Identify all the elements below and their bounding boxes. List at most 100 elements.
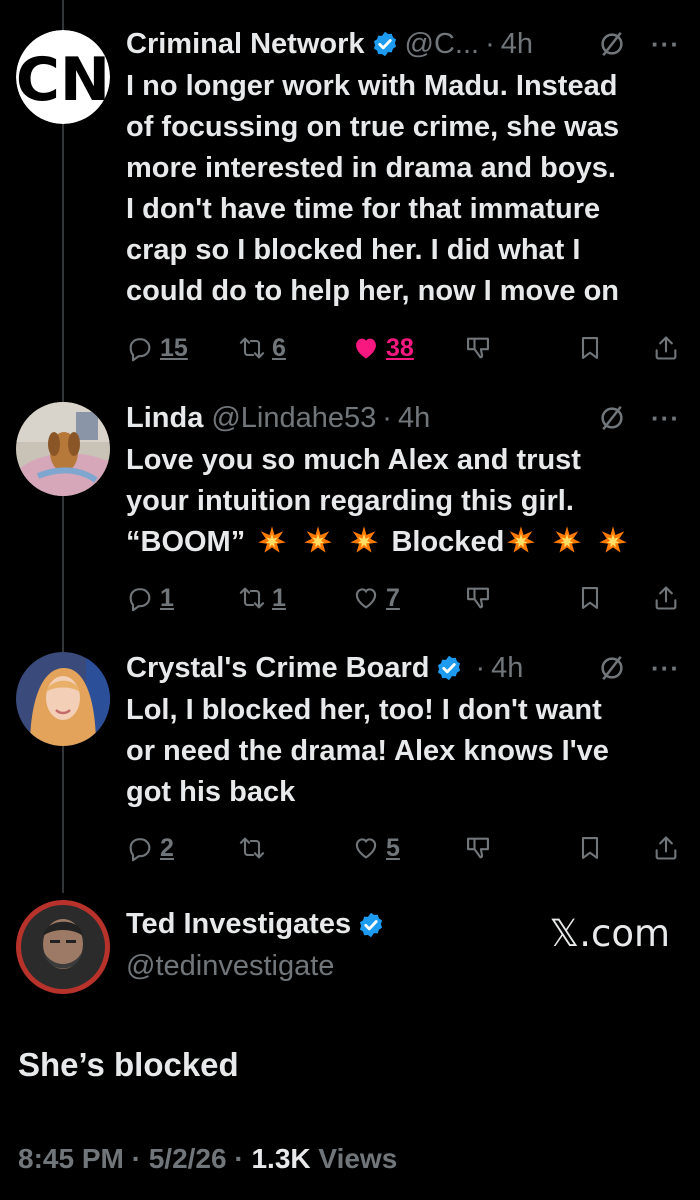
tweet-date[interactable]: 5/2/26	[149, 1143, 227, 1174]
analytics-button[interactable]	[464, 828, 492, 868]
separator-dot: ·	[475, 651, 486, 684]
bookmark-button[interactable]	[576, 578, 604, 618]
explosion-emoji	[258, 526, 287, 553]
reply-count: 2	[160, 833, 174, 862]
repost-count: 1	[272, 583, 286, 612]
repost-count: 6	[272, 333, 286, 362]
reply-icon	[129, 838, 151, 862]
tweet-text-line: crap so I blocked her. I did what I	[126, 234, 581, 266]
grok-icon[interactable]	[597, 403, 627, 433]
like-icon	[355, 588, 377, 609]
repost-button[interactable]: 1	[238, 578, 286, 618]
share-button[interactable]	[652, 328, 680, 368]
share-icon	[655, 586, 677, 610]
reply-button[interactable]: 2	[126, 828, 174, 868]
repost-icon	[239, 587, 265, 609]
analytics-button[interactable]	[464, 578, 492, 618]
avatar-logo-text: CN	[16, 45, 110, 115]
like-button[interactable]: 5	[352, 828, 400, 868]
like-button[interactable]: 38	[352, 328, 414, 368]
tweet-text: I no longer work with Madu. Instead of f…	[126, 66, 686, 312]
explosion-emoji	[599, 526, 628, 553]
repost-button[interactable]	[238, 828, 266, 868]
tweet-header: Criminal Network @C... · 4h ···	[126, 24, 680, 64]
tweet-text-line: could do to help her, now I move on	[126, 275, 620, 307]
separator-dot: ·	[131, 1143, 149, 1174]
tweet-text-line: “BOOM” Blocked	[126, 522, 686, 563]
timestamp[interactable]: 4h	[491, 652, 523, 685]
tweet-text: Love you so much Alex and trust your int…	[126, 440, 686, 563]
reply-count: 15	[160, 333, 188, 362]
timestamp[interactable]: 4h	[398, 402, 430, 435]
reply-count: 1	[160, 583, 174, 612]
views-count: 1.3K	[251, 1143, 311, 1174]
dislike-icon	[467, 837, 489, 859]
tweet-text-line: more interested in drama and boys.	[126, 152, 616, 184]
grok-icon[interactable]	[597, 29, 627, 59]
dislike-icon	[467, 587, 489, 609]
author-handle[interactable]: @tedinvestigate	[126, 950, 334, 983]
share-button[interactable]	[652, 828, 680, 868]
bookmark-icon	[581, 587, 599, 609]
tweet-header: Linda @Lindahe53 · 4h ···	[126, 398, 680, 438]
handle[interactable]: @C...	[405, 28, 480, 61]
reply-tweet-linda[interactable]: Linda @Lindahe53 · 4h ··· Love you so mu…	[0, 380, 700, 640]
like-icon	[356, 338, 376, 359]
repost-button[interactable]: 6	[238, 328, 286, 368]
reply-button[interactable]: 1	[126, 578, 174, 618]
share-icon	[655, 836, 677, 860]
grok-icon[interactable]	[597, 653, 627, 683]
tweet-text-line: of focussing on true crime, she was	[126, 111, 620, 143]
timestamp[interactable]: 4h	[501, 28, 533, 61]
x-com-brand: 𝕏.com	[549, 912, 670, 955]
analytics-button[interactable]	[464, 328, 492, 368]
avatar-ted-investigates[interactable]	[16, 900, 110, 994]
author-name-row: Ted Investigates	[126, 908, 391, 941]
tweet-text-line: Lol, I blocked her, too! I don't want	[126, 694, 602, 726]
action-bar: 15 6 38	[126, 328, 686, 368]
share-icon	[655, 336, 677, 360]
like-button[interactable]: 7	[352, 578, 400, 618]
tweet-time[interactable]: 8:45 PM	[18, 1143, 124, 1174]
like-count: 5	[386, 833, 400, 862]
like-count: 38	[386, 333, 414, 362]
display-name[interactable]: Crystal's Crime Board	[126, 652, 429, 685]
views-label: Views	[318, 1143, 398, 1174]
verified-icon	[438, 655, 461, 681]
reply-tweet-crystals-crime-board[interactable]: Crystal's Crime Board · 4h ··· Lol, I bl…	[0, 640, 700, 890]
bookmark-icon	[581, 337, 599, 359]
main-tweet-text: She’s blocked	[18, 1046, 239, 1083]
verified-icon	[360, 912, 383, 937]
reply-icon	[129, 338, 151, 362]
tweet-text-line: I don't have time for that immature	[126, 193, 601, 225]
avatar-linda[interactable]	[16, 402, 110, 496]
explosion-emoji	[350, 526, 379, 553]
tweet-text-line: your intuition regarding this girl.	[126, 485, 574, 517]
reply-button[interactable]: 15	[126, 328, 188, 368]
explosion-emoji	[553, 526, 582, 553]
avatar-criminal-network[interactable]: CN	[16, 30, 110, 124]
tweet-text-line: or need the drama! Alex knows I've	[126, 735, 609, 767]
more-icon[interactable]: ···	[651, 403, 680, 434]
action-bar: 2 5	[126, 828, 686, 868]
reply-tweet-criminal-network[interactable]: CN Criminal Network @C... · 4h ··· I no …	[0, 0, 700, 380]
tweet-header: Crystal's Crime Board · 4h ···	[126, 648, 680, 688]
like-icon	[355, 838, 377, 859]
share-button[interactable]	[652, 578, 680, 618]
author-display-name[interactable]: Ted Investigates	[126, 908, 351, 941]
tweet-text: Lol, I blocked her, too! I don't want or…	[126, 690, 686, 813]
repost-icon	[239, 837, 265, 859]
display-name[interactable]: Criminal Network	[126, 28, 365, 61]
bookmark-button[interactable]	[576, 828, 604, 868]
display-name[interactable]: Linda	[126, 402, 203, 435]
separator-dot: ·	[485, 27, 495, 60]
bookmark-button[interactable]	[576, 328, 604, 368]
more-icon[interactable]: ···	[651, 653, 680, 684]
more-icon[interactable]: ···	[651, 29, 680, 60]
avatar-crystals-crime-board[interactable]	[16, 652, 110, 746]
boom-text: “BOOM”	[126, 526, 246, 558]
separator-dot: ·	[382, 401, 392, 434]
tweet-text-line: I no longer work with Madu. Instead	[126, 70, 618, 102]
handle[interactable]: @Lindahe53	[211, 402, 376, 435]
repost-icon	[239, 337, 265, 359]
